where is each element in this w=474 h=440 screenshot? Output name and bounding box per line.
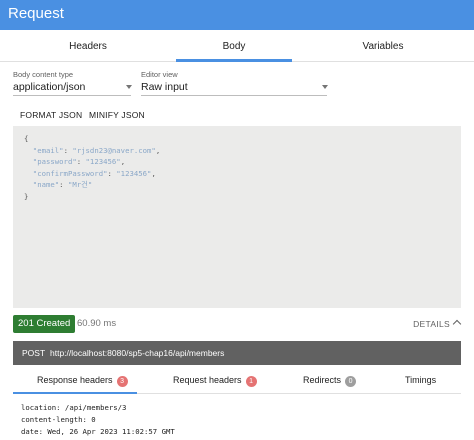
json-value: "Mr건" — [67, 180, 93, 190]
json-key: "name" — [32, 180, 60, 190]
json-comma: , — [151, 168, 156, 178]
title-bar: Request — [0, 0, 474, 30]
content-type-label: Body content type — [13, 70, 74, 79]
details-toggle[interactable]: DETAILS — [413, 319, 450, 329]
tab-headers[interactable]: Headers — [0, 30, 176, 62]
json-value: "123456" — [85, 157, 121, 167]
response-headers-list: location: /api/members/3 content-length: … — [21, 402, 175, 438]
json-brace-open: { — [24, 134, 29, 143]
tab-timings[interactable]: Timings — [405, 366, 436, 394]
status-badge: 201 Created — [13, 315, 76, 333]
json-brace-close: } — [24, 191, 29, 201]
count-badge: 1 — [245, 376, 257, 387]
response-time: 60.90 ms — [77, 318, 117, 329]
json-comma: , — [155, 145, 161, 155]
response-url-bar: POST http://localhost:8080/sp5-chap16/ap… — [13, 341, 461, 365]
json-value: "123456" — [116, 168, 152, 178]
json-code: { "email": "rjsdn23@naver.com", "passwor… — [24, 133, 160, 203]
count-badge: 0 — [345, 376, 357, 387]
response-tabs: Response headers 3 Request headers 1 Redir… — [13, 366, 461, 394]
tab-label: Timings — [405, 375, 437, 385]
json-comma: , — [120, 157, 126, 167]
response-status-row: 201 Created 60.90 ms DETAILS — [0, 314, 474, 334]
format-json-button[interactable]: FORMAT JSON — [20, 110, 82, 120]
tab-request-headers[interactable]: Request headers 1 — [173, 366, 257, 394]
tab-label: Request headers — [173, 375, 242, 385]
request-method: POST — [22, 348, 46, 358]
header-line: content-length: 0 — [21, 415, 96, 424]
header-line: location: /api/members/3 — [21, 403, 127, 412]
tab-variables[interactable]: Variables — [292, 30, 474, 62]
window-title: Request — [8, 5, 64, 22]
json-colon: : — [59, 180, 68, 190]
tab-body[interactable]: Body — [176, 30, 292, 62]
editor-view-select[interactable]: Raw input — [141, 80, 328, 96]
tab-redirects[interactable]: Redirects 0 — [303, 366, 357, 394]
active-tab-indicator — [176, 59, 292, 62]
json-colon: : — [76, 157, 86, 167]
json-value: "rjsdn23@naver.com" — [72, 145, 156, 155]
json-colon: : — [107, 168, 117, 178]
editor-view-value: Raw input — [141, 81, 188, 93]
request-url: http://localhost:8080/sp5-chap16/api/mem… — [50, 348, 225, 358]
active-response-tab-indicator — [13, 392, 137, 394]
content-type-select[interactable]: application/json — [13, 80, 132, 96]
count-badge: 3 — [116, 376, 128, 387]
minify-json-button[interactable]: MINIFY JSON — [89, 110, 145, 120]
body-editor[interactable]: { "email": "rjsdn23@naver.com", "passwor… — [13, 126, 461, 308]
content-type-value: application/json — [13, 81, 86, 93]
json-key: "password" — [32, 157, 77, 167]
request-tabs: Headers Body Variables — [0, 30, 474, 62]
json-key: "email" — [32, 145, 64, 155]
header-line: date: Wed, 26 Apr 2023 11:02:57 GMT — [21, 427, 175, 436]
editor-view-label: Editor view — [141, 70, 178, 79]
chevron-up-icon[interactable] — [452, 319, 462, 329]
tab-response-headers[interactable]: Response headers 3 — [37, 366, 128, 394]
tab-label: Response headers — [37, 375, 113, 385]
json-key: "confirmPassword" — [32, 168, 108, 178]
tab-label: Redirects — [303, 375, 342, 385]
